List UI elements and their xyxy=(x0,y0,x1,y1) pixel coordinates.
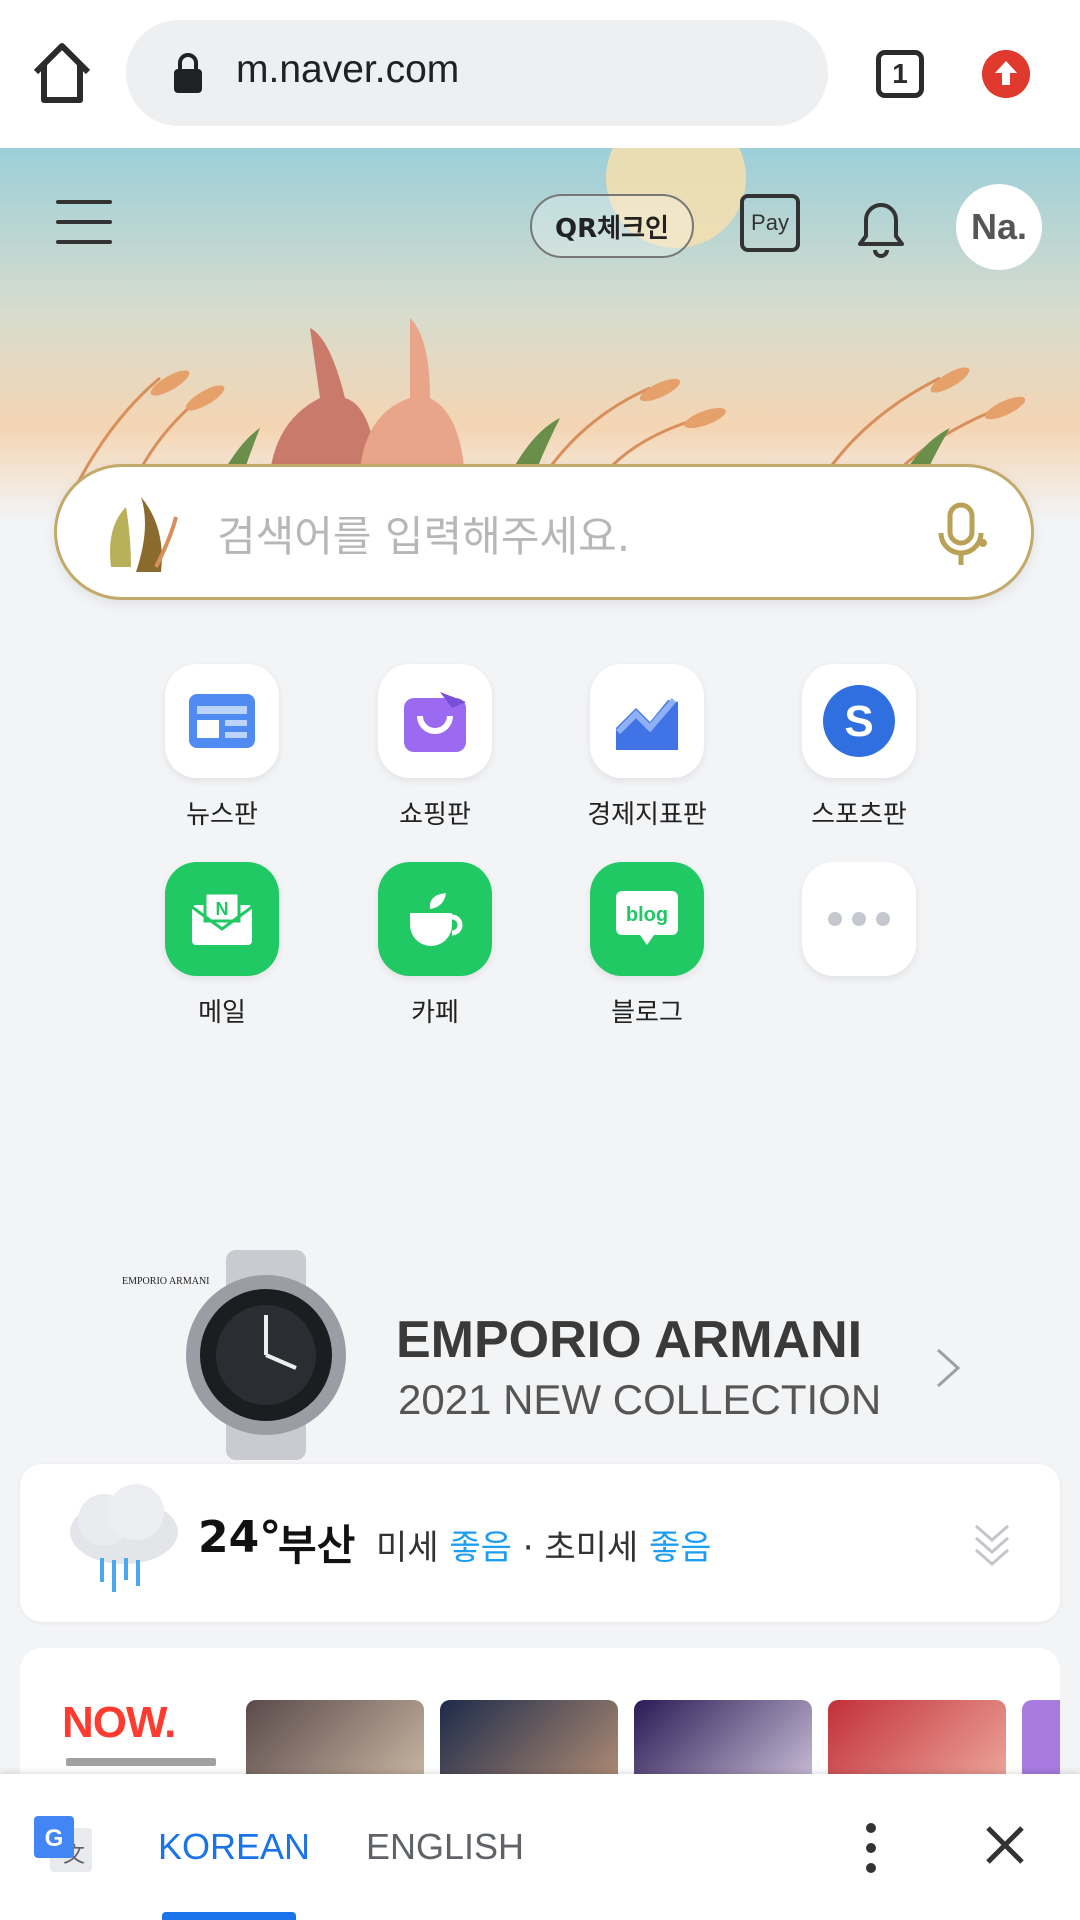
browser-toolbar: m.naver.com 1 xyxy=(0,0,1080,148)
shortcut-blog[interactable]: blog 블로그 xyxy=(547,862,747,1029)
cafe-icon xyxy=(378,862,492,976)
search-bar[interactable]: 검색어를 입력해주세요. xyxy=(54,464,1034,600)
fine-dust-value: 좋음 xyxy=(449,1528,512,1568)
naver-doodle-logo-icon xyxy=(110,497,178,572)
svg-text:S: S xyxy=(844,697,873,746)
shortcut-more[interactable] xyxy=(759,862,959,992)
shortcut-label: 블로그 xyxy=(611,998,683,1028)
shortcut-mail[interactable]: N 메일 xyxy=(122,862,322,1029)
pay-button[interactable]: Pay xyxy=(740,194,800,252)
ultra-fine-dust-value: 좋음 xyxy=(649,1528,712,1568)
shortcut-news[interactable]: 뉴스판 xyxy=(122,664,322,831)
expand-chevron-icon[interactable] xyxy=(972,1520,1012,1568)
ad-title: EMPORIO ARMANI xyxy=(396,1311,863,1369)
now-subtitle xyxy=(66,1758,216,1766)
temperature: 24° xyxy=(198,1512,282,1563)
tab-korean[interactable]: KOREAN xyxy=(158,1826,310,1868)
svg-text:G: G xyxy=(45,1825,64,1852)
shortcut-economy[interactable]: 경제지표판 xyxy=(547,664,747,831)
rain-cloud-icon xyxy=(70,1484,178,1592)
shopping-bag-icon xyxy=(378,664,492,778)
shortcut-label: 쇼핑판 xyxy=(399,800,471,830)
weather-card[interactable]: 24° 부산 미세 좋음 · 초미세 좋음 xyxy=(20,1464,1060,1622)
city-name: 부산 xyxy=(278,1521,356,1570)
ad-banner[interactable]: EMPORIO ARMANI EMPORIO ARMANI 2021 NEW C… xyxy=(0,1250,1080,1460)
chart-icon xyxy=(590,664,704,778)
tab-switcher-button[interactable]: 1 xyxy=(876,50,924,98)
shortcut-sports[interactable]: S 스포츠판 xyxy=(759,664,959,831)
svg-text:blog: blog xyxy=(626,904,668,926)
tab-english[interactable]: ENGLISH xyxy=(366,1826,524,1868)
news-icon xyxy=(165,664,279,778)
watch-image xyxy=(186,1250,346,1460)
ultra-fine-dust-label: 초미세 xyxy=(544,1528,639,1568)
close-icon[interactable] xyxy=(984,1824,1026,1866)
chevron-right-icon xyxy=(936,1348,961,1388)
now-logo: NOW. xyxy=(62,1698,176,1747)
translate-bar: 文 G KOREAN ENGLISH xyxy=(0,1774,1080,1920)
google-translate-icon: 文 G xyxy=(34,1816,92,1872)
sports-icon: S xyxy=(802,664,916,778)
active-tab-indicator xyxy=(162,1912,296,1920)
separator: · xyxy=(522,1528,534,1568)
address-bar[interactable]: m.naver.com xyxy=(126,20,828,126)
more-icon xyxy=(802,862,916,976)
more-vert-icon[interactable] xyxy=(856,1818,886,1878)
svg-text:N: N xyxy=(216,899,229,919)
update-icon[interactable] xyxy=(982,50,1030,98)
fine-dust-label: 미세 xyxy=(376,1528,439,1568)
url-text: m.naver.com xyxy=(236,48,460,91)
ad-subtitle: 2021 NEW COLLECTION xyxy=(398,1376,882,1423)
air-quality: 미세 좋음 · 초미세 좋음 xyxy=(376,1520,712,1569)
microphone-icon[interactable] xyxy=(933,501,989,571)
mail-icon: N xyxy=(165,862,279,976)
search-input[interactable]: 검색어를 입력해주세요. xyxy=(217,503,630,564)
shortcut-shopping[interactable]: 쇼핑판 xyxy=(335,664,535,831)
shortcut-label: 뉴스판 xyxy=(186,800,258,830)
home-icon[interactable] xyxy=(30,38,94,108)
menu-icon[interactable] xyxy=(56,200,112,244)
shortcut-label: 카페 xyxy=(411,998,459,1028)
blog-icon: blog xyxy=(590,862,704,976)
shortcut-cafe[interactable]: 카페 xyxy=(335,862,535,1029)
lock-icon xyxy=(174,53,202,93)
shortcut-label: 메일 xyxy=(198,998,246,1028)
shortcut-label: 스포츠판 xyxy=(811,800,907,830)
shortcut-label: 경제지표판 xyxy=(587,800,707,830)
